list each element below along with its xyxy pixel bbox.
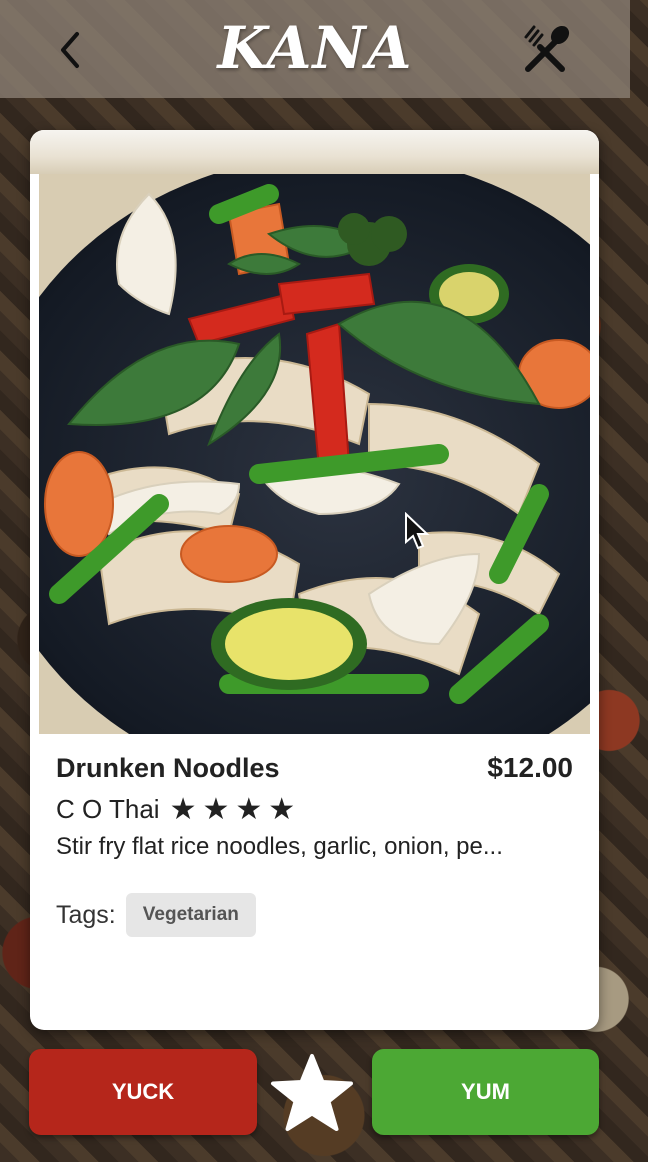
star-icon: ★: [202, 792, 230, 826]
dish-card[interactable]: Drunken Noodles $12.00 C O Thai ★ ★ ★ ★ …: [30, 130, 599, 1030]
fork-spoon-icon: [524, 25, 570, 72]
menu-button[interactable]: [514, 20, 576, 80]
rating-stars: ★ ★ ★ ★: [169, 792, 296, 826]
dish-price: $12.00: [487, 752, 573, 783]
card-stack-edge: [30, 130, 599, 174]
dish-name: Drunken Noodles: [56, 753, 280, 783]
star-icon: [271, 1054, 353, 1131]
yum-button[interactable]: YUM: [372, 1049, 599, 1135]
star-icon: ★: [169, 792, 197, 826]
dish-info: Drunken Noodles $12.00 C O Thai ★ ★ ★ ★ …: [56, 752, 573, 937]
restaurant-name: C O Thai: [56, 794, 160, 824]
mouse-cursor: [404, 511, 430, 557]
star-icon: ★: [268, 792, 296, 826]
tag-badge[interactable]: Vegetarian: [125, 893, 256, 937]
tags-label: Tags:: [56, 900, 116, 929]
star-icon: ★: [235, 792, 263, 826]
yuck-button[interactable]: YUCK: [29, 1049, 257, 1135]
dish-photo: [39, 174, 590, 734]
favorite-button[interactable]: [268, 1050, 356, 1138]
dish-description: Stir fry flat rice noodles, garlic, onio…: [56, 833, 503, 860]
app-header: KANA: [0, 0, 630, 98]
